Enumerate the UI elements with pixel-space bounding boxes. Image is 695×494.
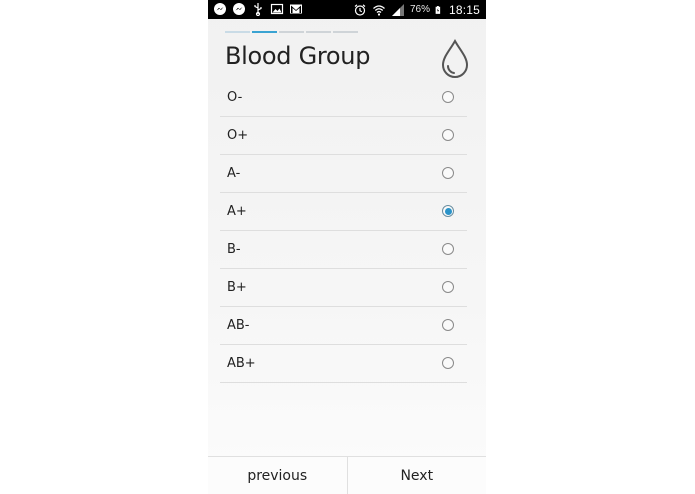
option-label: A+ [227,204,247,219]
image-icon [270,3,284,15]
messenger-icon [214,3,226,15]
option-label: AB+ [227,356,256,371]
gmail-icon [290,4,302,14]
status-bar: 76% 18:15 [208,0,486,19]
progress-step [279,31,304,33]
radio-button[interactable] [442,243,454,255]
option-row[interactable]: O+ [220,117,467,155]
progress-step [225,31,250,33]
wizard-progress [225,31,358,33]
option-row[interactable]: O- [220,79,467,117]
battery-charging-icon [435,5,441,14]
messenger-icon [233,3,245,15]
clock: 18:15 [448,2,480,17]
previous-button[interactable]: previous [208,457,348,494]
progress-step-active [252,31,277,33]
option-label: AB- [227,318,250,333]
alarm-icon [354,3,366,16]
signal-icon [391,3,404,16]
option-row[interactable]: B- [220,231,467,269]
radio-button[interactable] [442,319,454,331]
option-row[interactable]: B+ [220,269,467,307]
progress-step [306,31,331,33]
page-title: Blood Group [225,42,371,70]
option-row[interactable]: AB+ [220,345,467,383]
option-label: B+ [227,280,247,295]
wizard-nav: previous Next [208,456,486,494]
progress-step [333,31,358,33]
option-label: B- [227,242,241,257]
option-label: O- [227,90,243,105]
battery-percent: 76% [409,4,430,15]
option-row[interactable]: A+ [220,193,467,231]
blood-drop-icon [441,38,469,78]
next-button[interactable]: Next [348,457,487,494]
usb-icon [254,3,262,16]
blood-group-options: O- O+ A- A+ B- B+ AB- AB+ [220,79,467,383]
option-label: A- [227,166,241,181]
radio-button[interactable] [442,129,454,141]
wifi-icon [373,4,385,16]
radio-button[interactable] [442,167,454,179]
option-row[interactable]: A- [220,155,467,193]
notification-icons [213,2,303,16]
radio-button-selected[interactable] [442,205,454,217]
radio-button[interactable] [442,91,454,103]
radio-button[interactable] [442,281,454,293]
option-label: O+ [227,128,249,143]
system-icons: 76% 18:15 [353,2,480,17]
option-row[interactable]: AB- [220,307,467,345]
phone-screen: 76% 18:15 Blood Group O- O+ A- A+ B- B+ … [208,0,486,494]
radio-button[interactable] [442,357,454,369]
